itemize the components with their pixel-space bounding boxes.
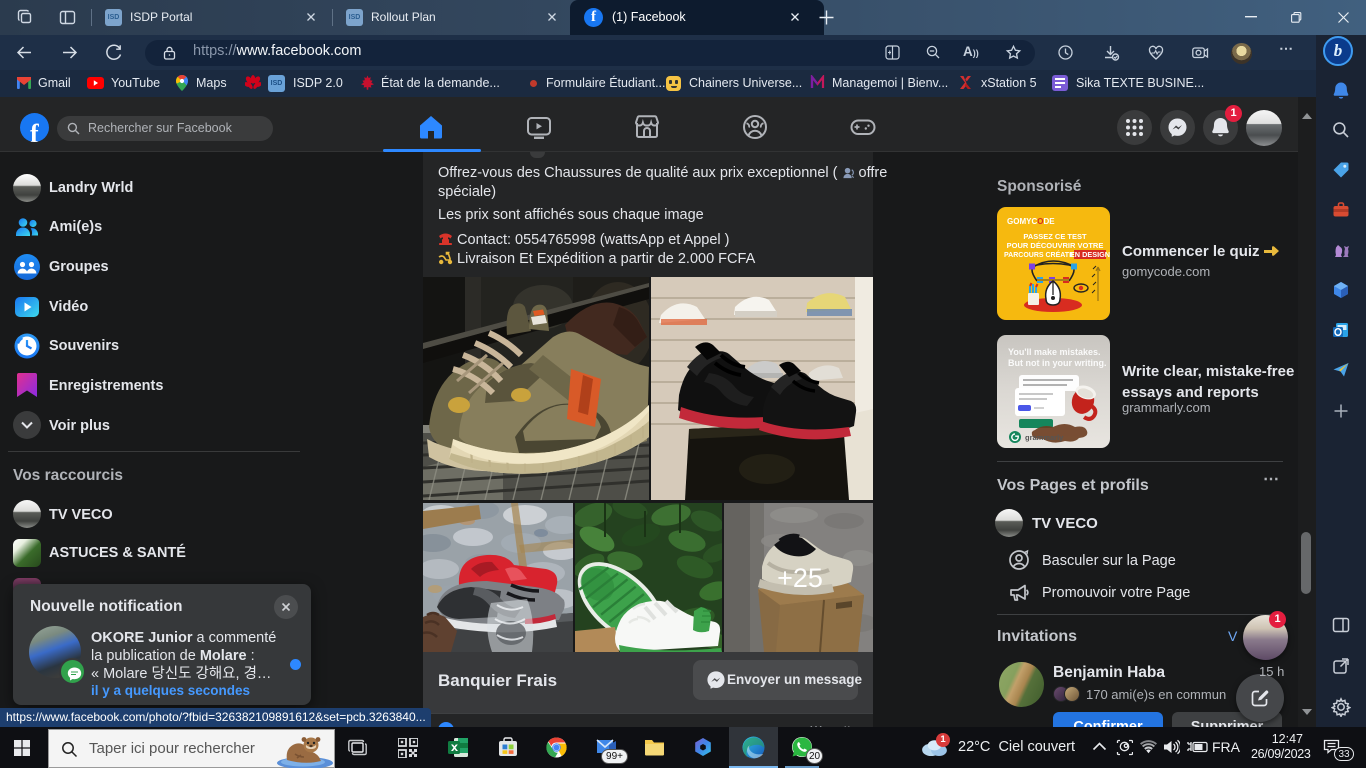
svg-text:EN DESIGN: EN DESIGN (1070, 250, 1110, 259)
svg-text:You'll make mistakes.: You'll make mistakes. (1008, 347, 1101, 357)
svg-text:PARCOURS CRÉATIF: PARCOURS CRÉATIF (1004, 250, 1076, 259)
svg-text:But not in your writing.: But not in your writing. (1008, 358, 1107, 368)
svg-text:+25: +25 (777, 563, 823, 593)
svg-text:PASSEZ CE TEST: PASSEZ CE TEST (1023, 232, 1087, 241)
svg-text:GOMYCODE: GOMYCODE (1007, 217, 1055, 226)
svg-text:POUR DÉCOUVRIR VOTRE: POUR DÉCOUVRIR VOTRE (1007, 241, 1104, 250)
svg-text:grammarly: grammarly (1025, 433, 1064, 442)
